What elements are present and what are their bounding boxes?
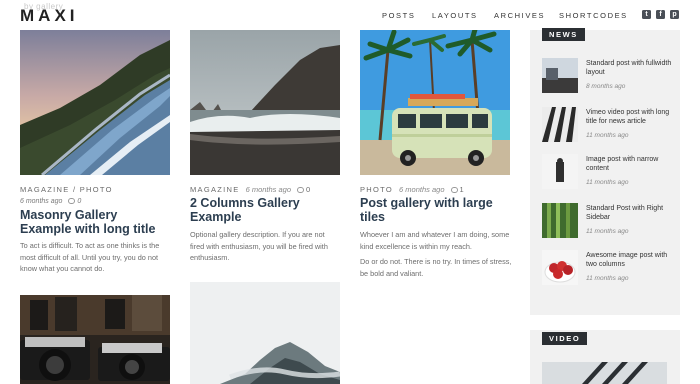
comment-count[interactable]: 1 [460,185,465,194]
news-title[interactable]: Awesome image post with two columns [586,251,678,269]
comment-icon [68,198,76,204]
news-thumbnail[interactable] [542,203,578,238]
pinterest-icon[interactable]: p [670,10,679,19]
post-thumbnail-mountain[interactable] [190,282,340,384]
comment-count[interactable]: 0 [306,185,311,194]
post-title[interactable]: Masonry Gallery Example with long title [20,208,170,236]
post-thumbnail-coast[interactable] [190,30,340,175]
comment-count[interactable]: 0 [77,198,81,205]
post-excerpt: Optional gallery description. If you are… [190,230,328,262]
post-category-meta: MAGAZINE 6 months ago 0 [190,185,312,194]
nav-posts[interactable]: POSTS [382,11,415,20]
news-date: 11 months ago [586,132,629,139]
news-item[interactable]: Standard Post with Right Sidebar 11 mont… [542,203,677,243]
news-thumbnail[interactable] [542,154,578,189]
post-category[interactable]: PHOTO [360,185,393,194]
news-item[interactable]: Vimeo video post with long title for new… [542,107,677,147]
post-category[interactable]: MAGAZINE [190,185,240,194]
news-thumbnail[interactable] [542,58,578,93]
post-date: 6 months ago [245,185,292,194]
post-meta: 6 months ago 0 [20,198,81,205]
news-title[interactable]: Standard post with fullwidth layout [586,59,678,77]
news-title[interactable]: Image post with narrow content [586,155,678,173]
post-thumbnail-road[interactable] [20,30,170,175]
post-thumbnail-cameras[interactable] [20,295,170,384]
news-thumbnail[interactable] [542,107,578,142]
facebook-icon[interactable]: f [656,10,665,19]
post-date: 6 months ago [20,198,63,205]
nav-archives[interactable]: ARCHIVES [494,11,545,20]
post-excerpt-2: Do or do not. There is no try. In times … [360,257,512,278]
news-title[interactable]: Vimeo video post with long title for new… [586,108,678,126]
nav-shortcodes[interactable]: SHORTCODES [559,11,628,20]
news-thumbnail[interactable] [542,250,578,285]
news-date: 11 months ago [586,179,629,186]
post-excerpt: Whoever I am and whatever I am doing, so… [360,230,510,251]
post-excerpt: To act is difficult. To act as one think… [20,241,160,273]
nav-layouts[interactable]: LAYOUTS [432,11,478,20]
news-item[interactable]: Image post with narrow content 11 months… [542,154,677,194]
news-date: 11 months ago [586,275,629,282]
news-widget-label: NEWS [542,28,585,41]
news-item[interactable]: Awesome image post with two columns 11 m… [542,250,677,290]
post-date: 6 months ago [399,185,445,194]
video-widget-label: VIDEO [542,332,588,345]
post-thumbnail-van[interactable] [360,30,510,175]
comment-icon [450,187,458,193]
twitter-icon[interactable]: t [642,10,651,19]
post-title[interactable]: 2 Columns Gallery Example [190,196,340,224]
news-date: 8 months ago [586,83,626,90]
post-category-meta: PHOTO 6 months ago 1 [360,185,465,194]
video-thumbnail[interactable] [542,362,667,384]
post-title[interactable]: Post gallery with large tiles [360,196,510,224]
news-title[interactable]: Standard Post with Right Sidebar [586,204,678,222]
post-category[interactable]: MAGAZINE / PHOTO [20,185,113,194]
site-header: by gallery MAXI POSTS LAYOUTS ARCHIVES S… [0,0,700,32]
comment-icon [297,187,305,193]
news-item[interactable]: Standard post with fullwidth layout 8 mo… [542,58,677,98]
main-nav: POSTS LAYOUTS ARCHIVES SHORTCODES [0,11,700,23]
news-date: 11 months ago [586,228,629,235]
